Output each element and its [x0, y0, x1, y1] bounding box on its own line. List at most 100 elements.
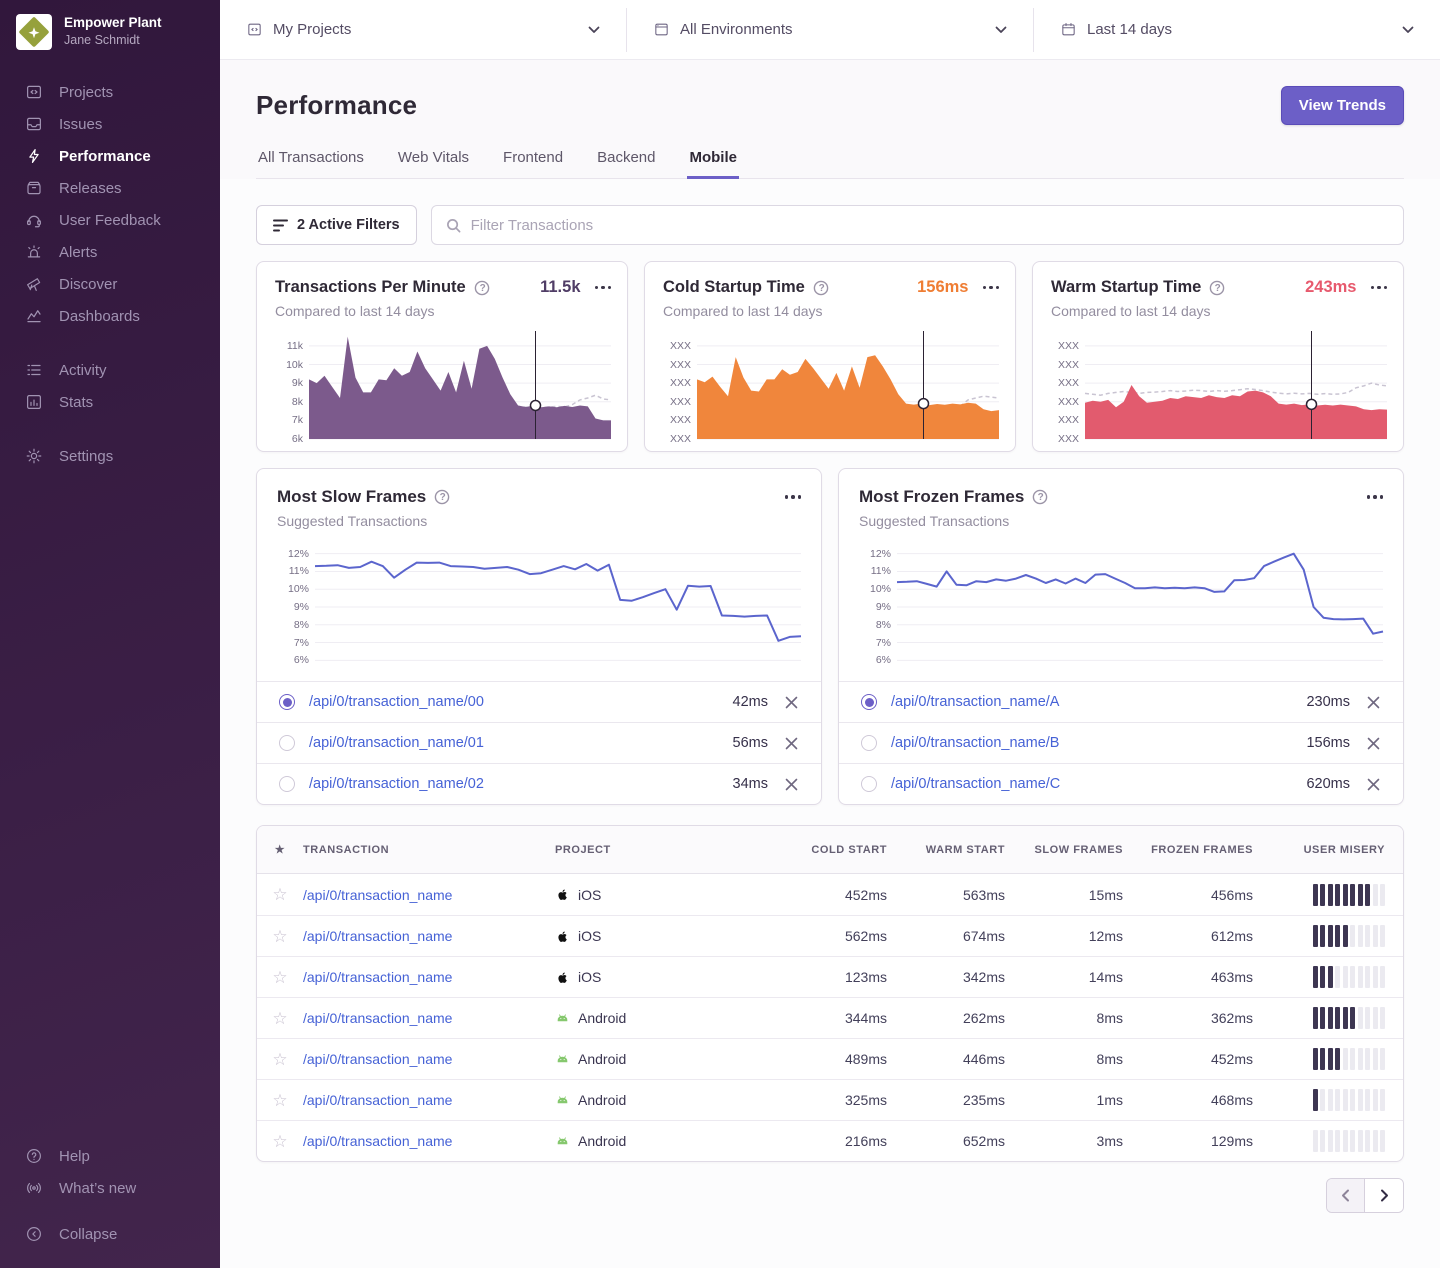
date-range-selector[interactable]: Last 14 days	[1034, 0, 1440, 59]
date-range-label: Last 14 days	[1087, 21, 1172, 38]
axis-tick-label: XXX	[1058, 359, 1079, 371]
next-page-button[interactable]	[1365, 1179, 1403, 1212]
table-header: ★ TRANSACTION PROJECT COLD START WARM ST…	[257, 826, 1403, 874]
slow-frames-value: 8ms	[1005, 1010, 1123, 1026]
transaction-radio[interactable]	[861, 735, 877, 751]
org-switcher[interactable]: Empower Plant Jane Schmidt	[0, 14, 220, 50]
sidebar-item-alerts[interactable]: Alerts	[0, 236, 220, 268]
previous-page-button[interactable]	[1327, 1179, 1365, 1212]
misery-segment	[1365, 884, 1370, 906]
help-circle-icon[interactable]: ?	[474, 280, 490, 296]
sidebar-item-performance[interactable]: Performance	[0, 140, 220, 172]
help-circle-icon[interactable]: ?	[434, 489, 450, 505]
dismiss-icon[interactable]	[784, 777, 799, 792]
dismiss-icon[interactable]	[784, 736, 799, 751]
android-icon	[555, 1011, 570, 1026]
transaction-link[interactable]: /api/0/transaction_name/A	[891, 694, 1059, 710]
misery-segment	[1320, 1007, 1325, 1029]
environment-selector-label: All Environments	[680, 21, 793, 38]
svg-text:?: ?	[818, 283, 824, 294]
transaction-link[interactable]: /api/0/transaction_name/02	[309, 776, 484, 792]
sidebar-item-releases[interactable]: Releases	[0, 172, 220, 204]
transaction-link[interactable]: /api/0/transaction_name/01	[309, 735, 484, 751]
transactions-table: ★ TRANSACTION PROJECT COLD START WARM ST…	[256, 825, 1404, 1162]
sidebar-item-issues[interactable]: Issues	[0, 108, 220, 140]
tab-backend[interactable]: Backend	[595, 147, 657, 178]
misery-segment	[1343, 1130, 1348, 1152]
axis-tick-label: XXX	[1058, 377, 1079, 389]
misery-segment	[1343, 1007, 1348, 1029]
user-feedback-icon	[25, 211, 43, 229]
org-user: Jane Schmidt	[64, 32, 162, 48]
sidebar-item-whats-new[interactable]: What’s new	[0, 1172, 220, 1204]
star-icon[interactable]: ☆	[257, 1133, 303, 1150]
frozen-frames-line-chart	[897, 543, 1383, 671]
filter-transactions-input[interactable]	[471, 217, 1389, 234]
misery-segment	[1335, 1130, 1340, 1152]
star-icon[interactable]: ☆	[257, 1092, 303, 1109]
transaction-link[interactable]: /api/0/transaction_name/00	[309, 694, 484, 710]
transaction-radio[interactable]	[861, 776, 877, 792]
help-circle-icon[interactable]: ?	[1032, 489, 1048, 505]
star-icon[interactable]: ☆	[257, 1051, 303, 1068]
sidebar-item-stats[interactable]: Stats	[0, 386, 220, 418]
transaction-radio[interactable]	[861, 694, 877, 710]
sidebar-item-dashboards[interactable]: Dashboards	[0, 300, 220, 332]
transaction-radio[interactable]	[279, 694, 295, 710]
dismiss-icon[interactable]	[1366, 736, 1381, 751]
star-icon[interactable]: ☆	[257, 969, 303, 986]
transaction-link[interactable]: /api/0/transaction_name	[303, 1092, 555, 1108]
card-menu-ellipsis-icon[interactable]	[1371, 286, 1388, 290]
suggested-transaction-row: /api/0/transaction_name/B 156ms	[839, 722, 1403, 763]
sidebar-item-help[interactable]: Help	[0, 1140, 220, 1172]
sidebar-collapse-button[interactable]: Collapse	[0, 1218, 220, 1250]
sidebar-item-user-feedback[interactable]: User Feedback	[0, 204, 220, 236]
misery-segment	[1373, 1007, 1378, 1029]
environment-selector[interactable]: All Environments	[627, 0, 1033, 59]
dismiss-icon[interactable]	[784, 695, 799, 710]
misery-segment	[1358, 1048, 1363, 1070]
misery-segment	[1320, 925, 1325, 947]
help-circle-icon[interactable]: ?	[813, 280, 829, 296]
misery-segment	[1373, 1048, 1378, 1070]
user-misery-bar	[1313, 966, 1386, 988]
transaction-link[interactable]: /api/0/transaction_name/B	[891, 735, 1059, 751]
transaction-link[interactable]: /api/0/transaction_name	[303, 1010, 555, 1026]
transaction-link[interactable]: /api/0/transaction_name	[303, 1051, 555, 1067]
sidebar-item-projects[interactable]: Projects	[0, 76, 220, 108]
transaction-link[interactable]: /api/0/transaction_name	[303, 969, 555, 985]
misery-segment	[1358, 1089, 1363, 1111]
transaction-link[interactable]: /api/0/transaction_name/C	[891, 776, 1060, 792]
sidebar-item-activity[interactable]: Activity	[0, 354, 220, 386]
stats-icon	[25, 393, 43, 411]
card-menu-ellipsis-icon[interactable]	[983, 286, 1000, 290]
frames-cards: Most Slow Frames ? Suggested Transaction…	[256, 468, 1404, 805]
active-filters-button[interactable]: 2 Active Filters	[256, 205, 417, 245]
col-transaction: TRANSACTION	[303, 844, 555, 856]
tab-frontend[interactable]: Frontend	[501, 147, 565, 178]
view-trends-button[interactable]: View Trends	[1281, 86, 1404, 125]
star-icon[interactable]: ☆	[257, 886, 303, 903]
tab-mobile[interactable]: Mobile	[687, 147, 739, 179]
star-icon[interactable]: ☆	[257, 1010, 303, 1027]
transaction-link[interactable]: /api/0/transaction_name	[303, 928, 555, 944]
card-menu-ellipsis-icon[interactable]	[785, 495, 802, 499]
dismiss-icon[interactable]	[1366, 777, 1381, 792]
card-menu-ellipsis-icon[interactable]	[595, 286, 612, 290]
card-menu-ellipsis-icon[interactable]	[1367, 495, 1384, 499]
frozen-frames-value: 468ms	[1123, 1092, 1253, 1108]
axis-tick-label: XXX	[1058, 340, 1079, 352]
key-transactions-star-icon[interactable]: ★	[257, 843, 303, 856]
help-circle-icon[interactable]: ?	[1209, 280, 1225, 296]
transaction-link[interactable]: /api/0/transaction_name	[303, 887, 555, 903]
transaction-radio[interactable]	[279, 735, 295, 751]
transaction-link[interactable]: /api/0/transaction_name	[303, 1133, 555, 1149]
sidebar-item-discover[interactable]: Discover	[0, 268, 220, 300]
project-selector[interactable]: My Projects	[220, 0, 626, 59]
tab-web-vitals[interactable]: Web Vitals	[396, 147, 471, 178]
transaction-radio[interactable]	[279, 776, 295, 792]
tab-all-transactions[interactable]: All Transactions	[256, 147, 366, 178]
dismiss-icon[interactable]	[1366, 695, 1381, 710]
sidebar-item-settings[interactable]: Settings	[0, 440, 220, 472]
star-icon[interactable]: ☆	[257, 928, 303, 945]
